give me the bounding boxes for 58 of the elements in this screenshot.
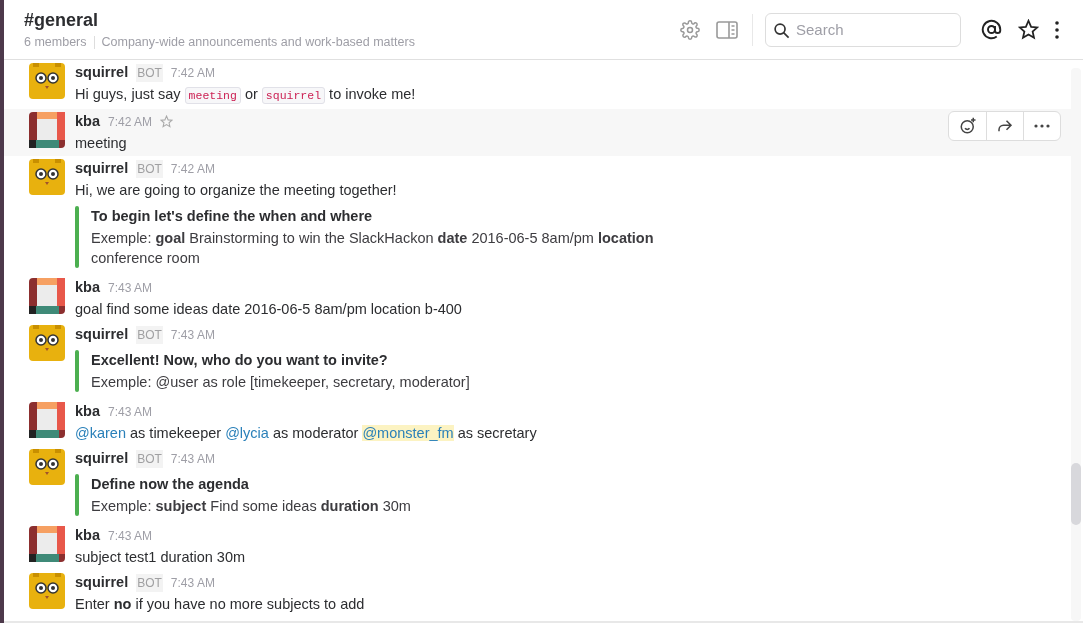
author-name[interactable]: squirrel: [75, 159, 129, 177]
squirrel-avatar-icon: [29, 325, 65, 361]
attachment-text: Exemple: subject Find some ideas duration 30m: [91, 497, 411, 516]
attachment-text: Exemple: @user as role [timekeeper, secretary, moderator]: [91, 373, 470, 392]
author-name[interactable]: kba: [75, 526, 100, 544]
details-panel-button[interactable]: [716, 20, 738, 39]
scrollbar[interactable]: [1071, 68, 1081, 621]
attachment-title: Define now the agenda: [91, 475, 250, 494]
message-text: goal find some ideas date 2016-06-5 8am/pm location b-400: [75, 300, 462, 319]
patchwork-avatar-icon: [29, 112, 65, 148]
search-field[interactable]: Search: [765, 12, 961, 47]
vertical-dots-icon: [1055, 20, 1059, 39]
author-name[interactable]: squirrel: [75, 325, 129, 343]
bot-label: BOT: [136, 160, 163, 178]
message-text: @karen as timekeeper @lycia as moderator @monster_fm as secretary: [75, 424, 537, 443]
patchwork-avatar-icon: [29, 402, 65, 438]
emoji-plus-icon: [958, 117, 977, 135]
star-icon: [1018, 19, 1039, 40]
settings-icon: [680, 19, 700, 40]
squirrel-avatar-icon: [29, 159, 65, 195]
author-name[interactable]: squirrel: [75, 573, 129, 591]
star-icon[interactable]: [160, 115, 174, 128]
author-name[interactable]: squirrel: [75, 63, 129, 81]
patchwork-avatar-icon: [29, 278, 65, 314]
more-icon: [1034, 124, 1050, 128]
attachment-title: To begin let's define the when and where: [91, 207, 374, 226]
bot-label: BOT: [136, 450, 163, 468]
message-row[interactable]: squirrel BOT 7:42 AM Hi guys, just say meeting or squirrel to invoke me!: [4, 60, 1071, 109]
message-text: meeting: [75, 134, 128, 153]
message-row[interactable]: squirrel BOT 7:43 AM Enter no if you have no more subjects to add: [4, 570, 1071, 617]
bot-label: BOT: [136, 574, 163, 592]
attachment-text: Exemple: goal Brainstorming to win the SlackHackon date 2016-06-5 8am/pm location conference room: [91, 229, 655, 268]
squirrel-avatar-icon: [29, 63, 65, 99]
author-name[interactable]: squirrel: [75, 449, 129, 467]
more-menu-button[interactable]: [1055, 20, 1059, 39]
bot-label: BOT: [136, 64, 163, 82]
at-sign-icon: [981, 19, 1002, 40]
search-icon: [773, 21, 790, 39]
author-name[interactable]: kba: [75, 278, 100, 296]
message-text: subject test1 duration 30m: [75, 548, 246, 567]
message-row[interactable]: squirrel BOT 7:43 AM Define now the agenda Exemple: subject Find some ideas duration 30m: [4, 446, 1071, 523]
author-name[interactable]: kba: [75, 112, 100, 130]
patchwork-avatar-icon: [29, 526, 65, 562]
message-text: Hi, we are going to organize the meeting together!: [75, 181, 398, 200]
attachment-title: Excellent! Now, who do you want to invite?: [91, 351, 389, 370]
message-row[interactable]: squirrel BOT 7:43 AM Excellent! Now, who do you want to invite? Exemple: @user as role [timekeeper, secretary, moderator]: [4, 322, 1071, 399]
message-text: Enter no if you have no more subjects to add: [75, 595, 365, 614]
squirrel-avatar-icon: [29, 449, 65, 485]
mentions-button[interactable]: [981, 19, 1002, 40]
starred-button[interactable]: [1018, 19, 1039, 40]
channel-title: #general: [24, 10, 100, 31]
squirrel-avatar-icon: [29, 573, 65, 609]
channel-topic: Company-wide announcements and work-based matters: [101, 35, 415, 49]
author-name[interactable]: kba: [75, 402, 100, 420]
bot-label: BOT: [136, 326, 163, 344]
settings-button[interactable]: [680, 19, 700, 40]
sidebar-panel-icon: [716, 20, 738, 39]
message-text: Hi guys, just say meeting or squirrel to invoke me!: [75, 85, 416, 106]
